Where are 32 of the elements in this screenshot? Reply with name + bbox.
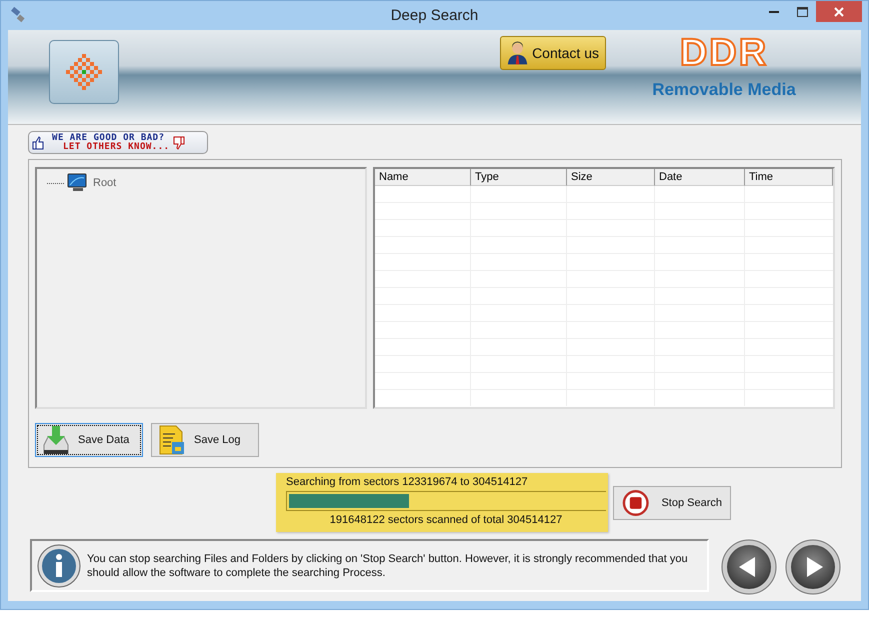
- sector-range-text: Searching from sectors 123319674 to 304514127: [286, 475, 529, 490]
- person-icon: [507, 40, 528, 66]
- contact-button[interactable]: Contact us: [500, 36, 606, 70]
- save-data-button[interactable]: Save Data: [35, 423, 143, 457]
- column-header[interactable]: Date: [655, 169, 745, 186]
- maximize-icon: [796, 6, 808, 16]
- brand-logo: DDR: [680, 32, 768, 74]
- info-text: You can stop searching Files and Folders by clicking on 'Stop Search' button. However, it is strongly recommended that you should allow the software to complete the searching Process.: [87, 552, 689, 580]
- close-button[interactable]: [816, 1, 862, 22]
- column-header[interactable]: Type: [471, 169, 567, 186]
- next-button[interactable]: [785, 539, 841, 595]
- product-name: Removable Media: [652, 80, 796, 100]
- back-button[interactable]: [721, 539, 777, 595]
- column-header[interactable]: Name: [375, 169, 471, 186]
- column-header[interactable]: Time: [745, 169, 833, 186]
- stop-search-button[interactable]: Stop Search: [613, 486, 731, 520]
- thumbs-down-icon: [172, 136, 185, 150]
- window-title: Deep Search: [390, 7, 478, 24]
- logo-icon: [49, 40, 119, 104]
- column-header[interactable]: Size: [567, 169, 655, 186]
- save-log-button[interactable]: Save Log: [151, 423, 259, 457]
- drive-download-icon: [42, 425, 70, 455]
- info-icon: [37, 544, 81, 588]
- computer-icon: [66, 173, 88, 193]
- sectors-scanned-text: 191648122 sectors scanned of total 304514127: [328, 513, 564, 528]
- tree-item[interactable]: Root: [93, 177, 116, 189]
- minimize-icon: [769, 10, 779, 13]
- stop-icon: [622, 488, 650, 516]
- feedback-banner[interactable]: WE ARE GOOD OR BAD? LET OTHERS KNOW...: [28, 131, 208, 154]
- close-icon: [834, 6, 844, 16]
- document-icon: [158, 425, 186, 455]
- thumbs-up-icon: [32, 136, 44, 150]
